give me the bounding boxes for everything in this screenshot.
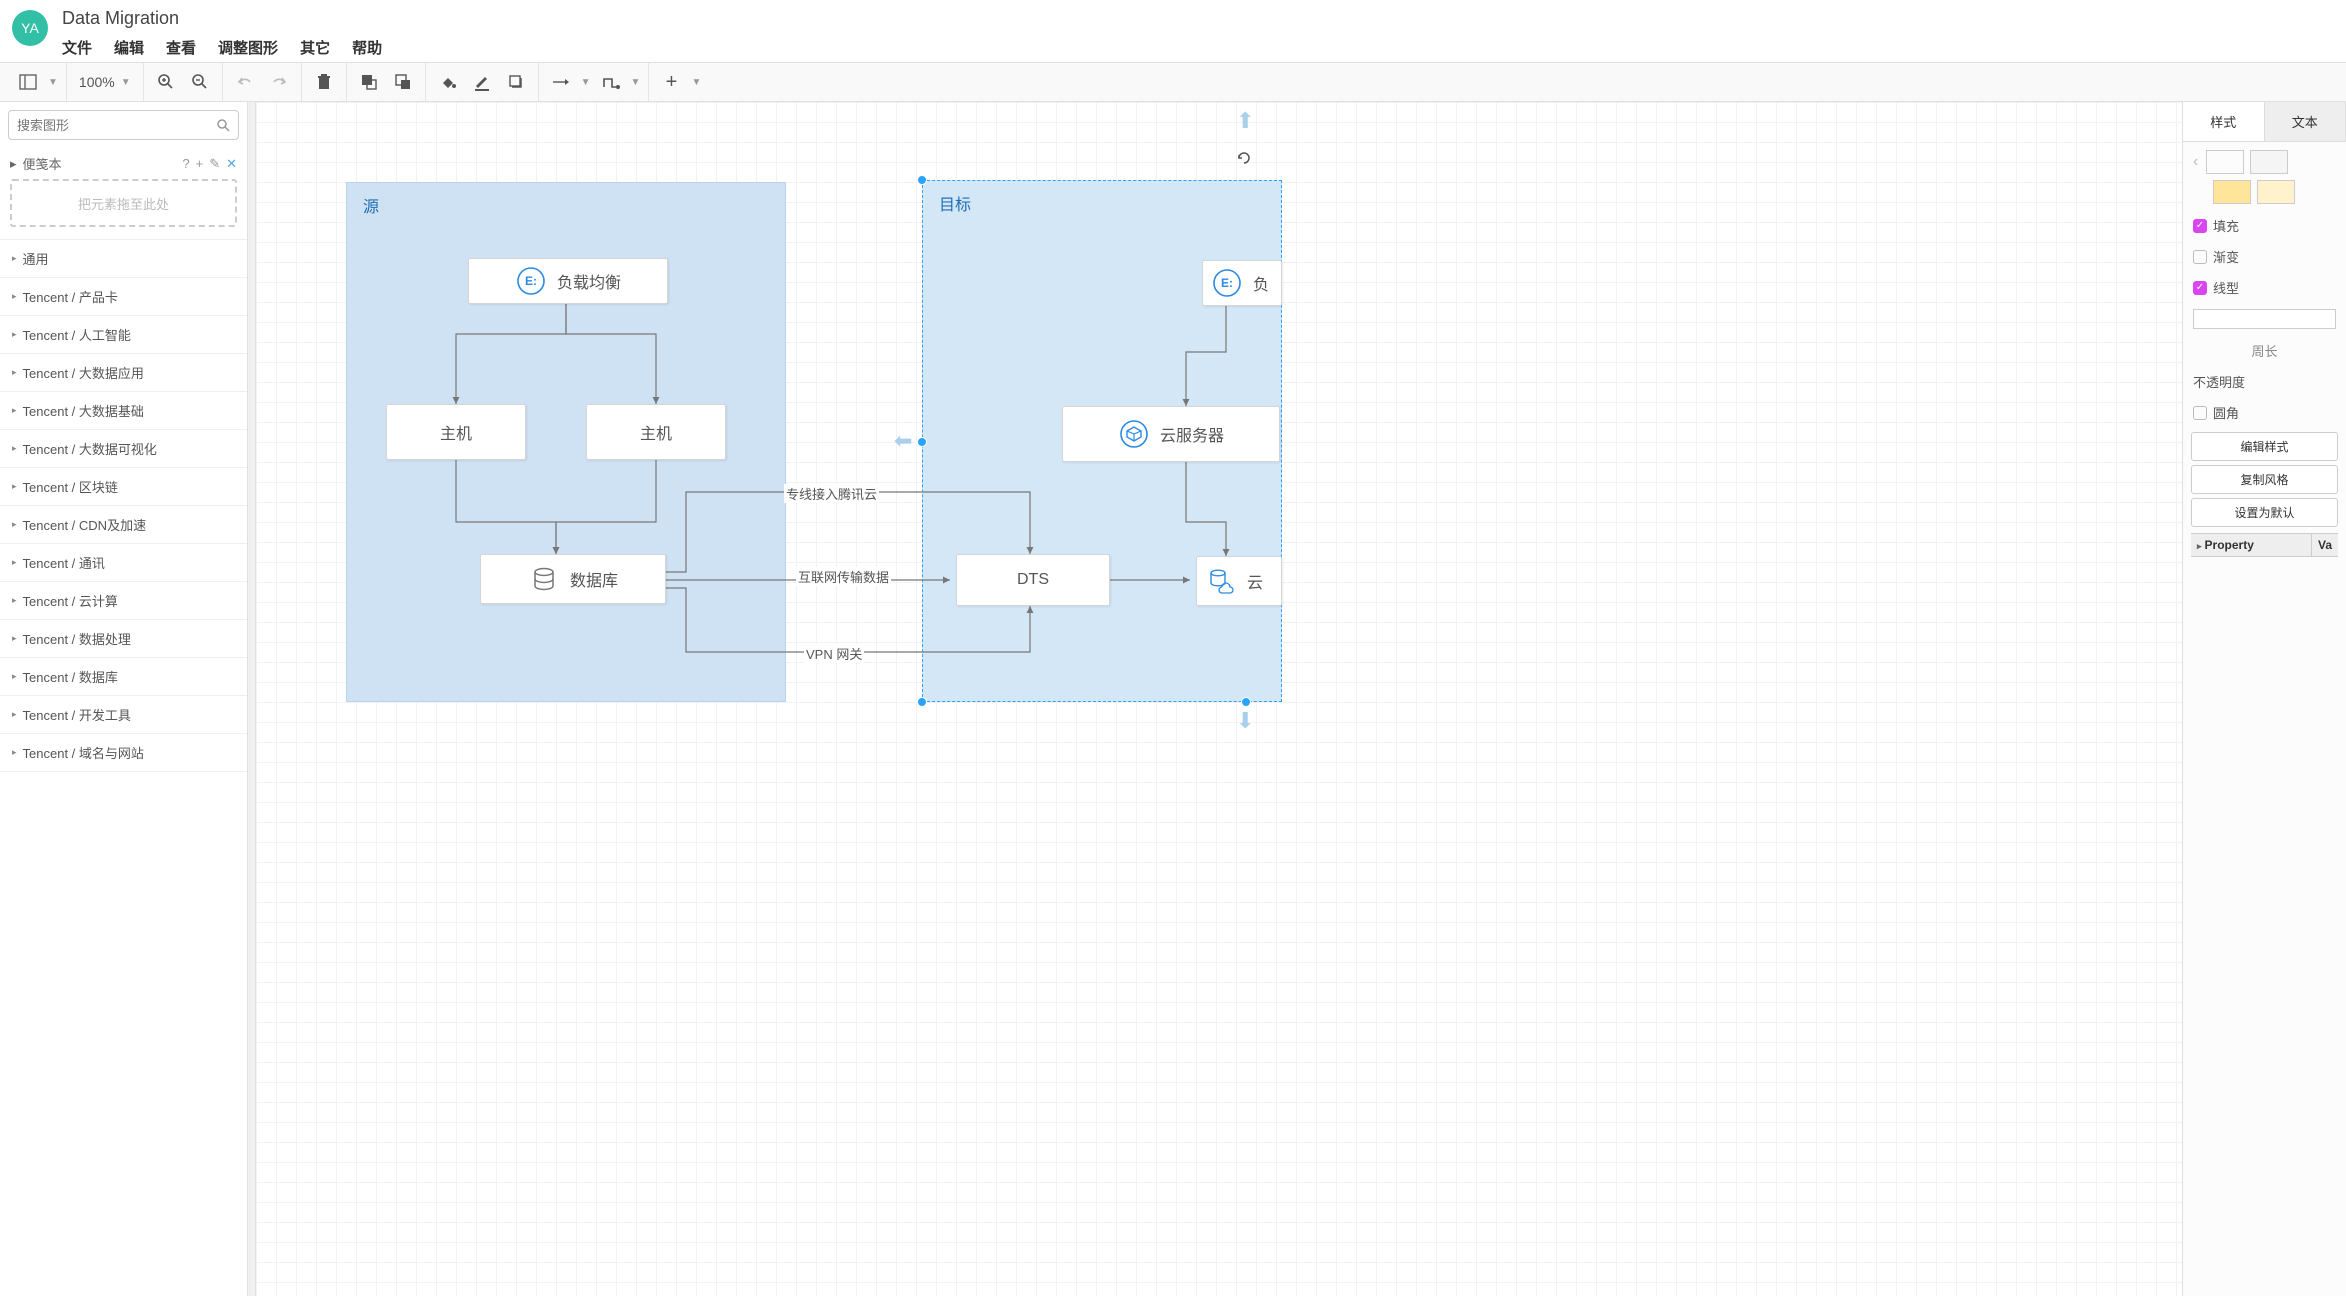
menu-file[interactable]: 文件 (62, 37, 92, 58)
shape-category[interactable]: ▸Tencent / 大数据可视化 (0, 430, 247, 468)
load-balancer-icon: E: (515, 265, 547, 297)
server-icon (1118, 418, 1150, 450)
zoom-in-button[interactable] (152, 68, 180, 96)
scratchpad-help-icon[interactable]: ? (182, 156, 189, 171)
shape-category[interactable]: ▸Tencent / 人工智能 (0, 316, 247, 354)
scratchpad-close-icon[interactable]: ✕ (226, 156, 237, 172)
color-swatch[interactable] (2250, 150, 2288, 174)
scratchpad-add-icon[interactable]: + (196, 156, 204, 171)
search-icon (216, 118, 230, 132)
edge-label: 专线接入腾讯云 (784, 484, 879, 503)
menu-view[interactable]: 查看 (166, 37, 196, 58)
edge-label: VPN 网关 (804, 644, 864, 663)
delete-button[interactable] (310, 68, 338, 96)
node-load-balancer-2[interactable]: E: 负 (1202, 260, 1282, 306)
chevron-down-icon[interactable]: ▼ (48, 77, 58, 88)
menu-arrange[interactable]: 调整图形 (218, 37, 278, 58)
tab-style[interactable]: 样式 (2183, 102, 2265, 141)
shape-search-input[interactable] (8, 110, 239, 140)
direction-arrow-icon[interactable]: ⬆ (1236, 108, 1254, 134)
undo-button[interactable] (231, 68, 259, 96)
load-balancer-icon: E: (1211, 267, 1243, 299)
shape-category[interactable]: ▸Tencent / 数据库 (0, 658, 247, 696)
shapes-sidebar: ▸ 便笺本 ? + ✎ ✕ 把元素拖至此处 ▸通用 ▸Tencent / 产品卡… (0, 102, 248, 1296)
zoom-select[interactable]: 100% ▼ (75, 74, 135, 90)
set-default-style-button[interactable]: 设置为默认 (2191, 498, 2338, 527)
chevron-down-icon[interactable]: ▼ (581, 77, 591, 88)
to-back-button[interactable] (389, 68, 417, 96)
color-swatch[interactable] (2206, 150, 2244, 174)
svg-text:E:: E: (1221, 276, 1233, 290)
shape-category[interactable]: ▸Tencent / 区块链 (0, 468, 247, 506)
line-color-button[interactable] (468, 68, 496, 96)
rounded-toggle[interactable]: 圆角 (2191, 397, 2338, 428)
node-dts[interactable]: DTS (956, 554, 1110, 606)
direction-arrow-icon[interactable]: ⬇ (1236, 708, 1254, 734)
shape-category[interactable]: ▸Tencent / 开发工具 (0, 696, 247, 734)
node-host[interactable]: 主机 (586, 404, 726, 460)
tab-text[interactable]: 文本 (2265, 102, 2346, 141)
color-swatch[interactable] (2257, 180, 2295, 204)
format-panel: 样式 文本 ‹ 填充 渐变 (2182, 102, 2346, 1296)
toolbar: ▼ 100% ▼ (0, 62, 2346, 102)
color-swatch[interactable] (2213, 180, 2251, 204)
shape-category[interactable]: ▸Tencent / 云计算 (0, 582, 247, 620)
to-front-button[interactable] (355, 68, 383, 96)
sidebar-resize-handle[interactable] (248, 102, 256, 1296)
shadow-button[interactable] (502, 68, 530, 96)
line-style-select[interactable] (2193, 309, 2336, 329)
selection-handle[interactable] (917, 437, 927, 447)
scratchpad-label[interactable]: 便笺本 (23, 154, 177, 173)
zoom-out-button[interactable] (186, 68, 214, 96)
cloud-database-icon (1205, 565, 1237, 597)
rotate-handle[interactable] (1236, 150, 1252, 166)
menu-other[interactable]: 其它 (300, 37, 330, 58)
node-host[interactable]: 主机 (386, 404, 526, 460)
node-cvm[interactable]: 云服务器 (1062, 406, 1280, 462)
document-title[interactable]: Data Migration (62, 8, 2334, 29)
swatch-prev-icon[interactable]: ‹ (2191, 153, 2200, 171)
fill-color-button[interactable] (434, 68, 462, 96)
shape-category[interactable]: ▸Tencent / 数据处理 (0, 620, 247, 658)
menu-help[interactable]: 帮助 (352, 37, 382, 58)
app-logo[interactable]: YA (12, 10, 48, 46)
selection-handle[interactable] (1241, 697, 1251, 707)
node-cloud-db[interactable]: 云 (1196, 556, 1282, 606)
opacity-label: 不透明度 (2191, 366, 2338, 397)
redo-button[interactable] (265, 68, 293, 96)
edge-label: 互联网传输数据 (796, 567, 891, 586)
menu-edit[interactable]: 编辑 (114, 37, 144, 58)
database-icon (528, 563, 560, 595)
canvas[interactable]: 源 目标 ⬅ ⬆ ⬇ (256, 102, 2182, 1296)
shape-category[interactable]: ▸Tencent / 通讯 (0, 544, 247, 582)
shape-category[interactable]: ▸Tencent / CDN及加速 (0, 506, 247, 544)
chevron-down-icon[interactable]: ▼ (631, 77, 641, 88)
property-table-header[interactable]: ▸Property Va (2191, 533, 2338, 557)
copy-style-button[interactable]: 复制风格 (2191, 465, 2338, 494)
perimeter-label: 周长 (2191, 335, 2338, 366)
scratchpad-drop-zone[interactable]: 把元素拖至此处 (10, 179, 237, 227)
node-load-balancer[interactable]: E: 负载均衡 (468, 258, 668, 304)
svg-text:E:: E: (525, 274, 537, 288)
gradient-toggle[interactable]: 渐变 (2191, 241, 2338, 272)
sidebar-toggle-button[interactable] (14, 68, 42, 96)
add-button[interactable]: + (657, 68, 685, 96)
shape-category[interactable]: ▸Tencent / 域名与网站 (0, 734, 247, 772)
shape-category[interactable]: ▸Tencent / 大数据应用 (0, 354, 247, 392)
scratchpad-edit-icon[interactable]: ✎ (209, 156, 220, 172)
node-database[interactable]: 数据库 (480, 554, 666, 604)
direction-arrow-icon[interactable]: ⬅ (894, 428, 912, 454)
shape-category[interactable]: ▸通用 (0, 240, 247, 278)
edit-style-button[interactable]: 编辑样式 (2191, 432, 2338, 461)
shape-category[interactable]: ▸Tencent / 大数据基础 (0, 392, 247, 430)
connection-button[interactable] (547, 68, 575, 96)
line-toggle[interactable]: 线型 (2191, 272, 2338, 303)
fill-toggle[interactable]: 填充 (2191, 210, 2338, 241)
shape-category[interactable]: ▸Tencent / 产品卡 (0, 278, 247, 316)
waypoint-button[interactable] (597, 68, 625, 96)
selection-handle[interactable] (917, 175, 927, 185)
chevron-down-icon[interactable]: ▼ (691, 77, 701, 88)
selection-handle[interactable] (917, 697, 927, 707)
